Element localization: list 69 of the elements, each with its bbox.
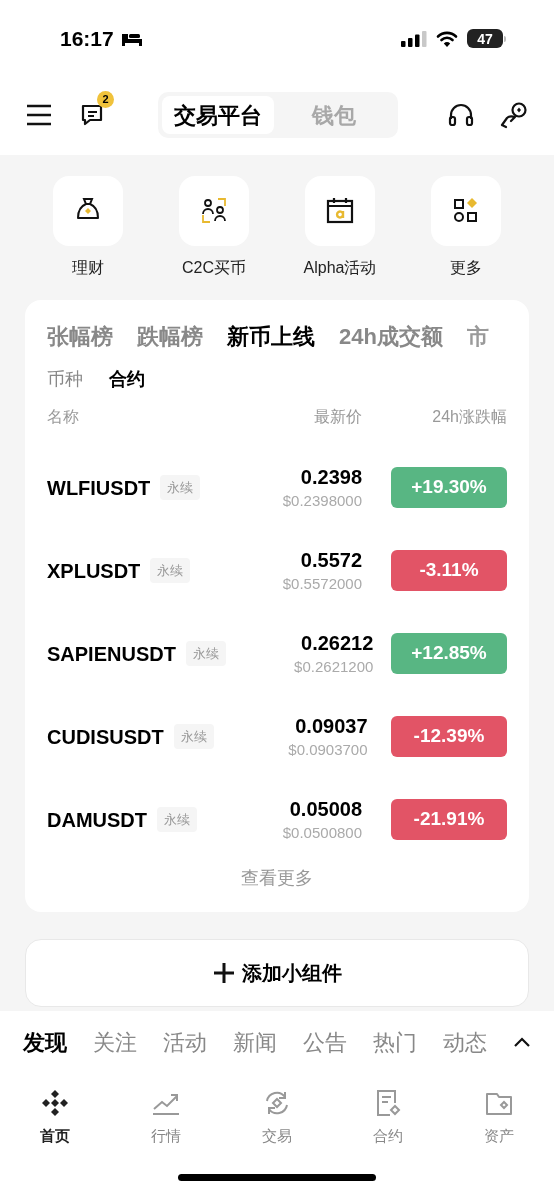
notification-badge: 2 xyxy=(97,91,114,108)
nav-tab[interactable]: 首页 xyxy=(39,1087,72,1148)
filter-tab[interactable]: 合约 xyxy=(109,365,145,393)
contract-tag: 永续 xyxy=(160,474,201,501)
last-price: 0.26212 xyxy=(301,630,374,656)
symbol-name[interactable]: XPLUSDT xyxy=(47,555,141,586)
usd-price: $0.2621200 xyxy=(294,656,374,677)
collapse-icon[interactable] xyxy=(513,1036,531,1048)
change-badge: +12.85% xyxy=(391,633,507,674)
contract-tag: 永续 xyxy=(173,723,214,750)
usd-price: $0.0500800 xyxy=(282,822,362,843)
last-price: 0.2398 xyxy=(300,464,362,490)
usd-price: $0.0903700 xyxy=(288,739,368,760)
headset-icon[interactable] xyxy=(448,103,474,127)
plus-icon xyxy=(212,961,236,985)
market-tab[interactable]: 张幅榜 xyxy=(47,319,113,353)
symbol-name[interactable]: DAMUSDT xyxy=(47,804,147,835)
battery-level: 47 xyxy=(477,31,493,46)
shortcut-label[interactable]: 理财 xyxy=(72,256,104,280)
filter-tab[interactable]: 币种 xyxy=(47,365,83,393)
symbol-name[interactable]: CUDISUSDT xyxy=(47,721,164,752)
contract-tag: 永续 xyxy=(150,557,191,584)
market-tab[interactable]: 市 xyxy=(466,319,489,353)
shortcut-button[interactable] xyxy=(431,176,501,246)
menu-icon[interactable] xyxy=(26,104,52,126)
last-price: 0.09037 xyxy=(295,713,368,739)
symbol-name[interactable]: WLFIUSDT xyxy=(47,472,151,503)
feed-tab[interactable]: 关注 xyxy=(93,1025,137,1059)
feed-tab[interactable]: 活动 xyxy=(163,1025,207,1059)
contract-tag: 永续 xyxy=(185,640,226,667)
change-badge: -12.39% xyxy=(391,716,507,757)
market-tab[interactable]: 新币上线 xyxy=(227,319,315,353)
nav-tab[interactable]: 行情 xyxy=(150,1087,183,1148)
shortcut-button[interactable] xyxy=(305,176,375,246)
column-header: 最新价 xyxy=(313,407,362,427)
add-widget-button[interactable]: 添加小组件 xyxy=(25,939,529,1007)
shortcut-label[interactable]: Alpha活动 xyxy=(303,256,377,280)
contract-tag: 永续 xyxy=(157,806,197,833)
column-header: 24h涨跌幅 xyxy=(431,407,507,427)
nav-tab[interactable]: 交易 xyxy=(261,1087,293,1148)
usd-price: $0.2398000 xyxy=(282,490,362,511)
market-tab[interactable]: 24h成交额 xyxy=(339,319,443,353)
feed-tab[interactable]: 动态 xyxy=(443,1025,487,1059)
usd-price: $0.5572000 xyxy=(282,573,362,594)
market-tab[interactable]: 跌幅榜 xyxy=(137,319,203,353)
shortcut-label[interactable]: C2C买币 xyxy=(182,256,246,280)
segment-tab[interactable]: 交易平台 xyxy=(162,96,274,134)
nav-tab[interactable]: 资产 xyxy=(482,1087,515,1148)
change-badge: -3.11% xyxy=(391,550,507,591)
status-time: 16:17 xyxy=(60,25,114,52)
view-more-link[interactable]: 查看更多 xyxy=(241,865,313,892)
change-badge: -21.91% xyxy=(391,799,507,840)
feed-tab[interactable]: 公告 xyxy=(303,1025,347,1059)
change-badge: +19.30% xyxy=(391,467,507,508)
symbol-name[interactable]: SAPIENUSDT xyxy=(47,638,176,669)
last-price: 0.05008 xyxy=(289,796,362,822)
signal-icon xyxy=(401,30,427,47)
nav-tab[interactable]: 合约 xyxy=(371,1087,404,1148)
shortcut-button[interactable] xyxy=(179,176,249,246)
shortcut-button[interactable] xyxy=(53,176,123,246)
segment-tab[interactable]: 钱包 xyxy=(274,96,394,134)
hand-coin-icon[interactable] xyxy=(500,101,528,129)
column-header: 名称 xyxy=(47,407,80,427)
feed-tab[interactable]: 发现 xyxy=(23,1025,67,1059)
last-price: 0.5572 xyxy=(300,547,362,573)
feed-tab[interactable]: 热门 xyxy=(373,1025,417,1059)
wifi-icon xyxy=(435,29,459,48)
shortcut-label[interactable]: 更多 xyxy=(450,256,482,280)
feed-tab[interactable]: 新闻 xyxy=(233,1025,277,1059)
